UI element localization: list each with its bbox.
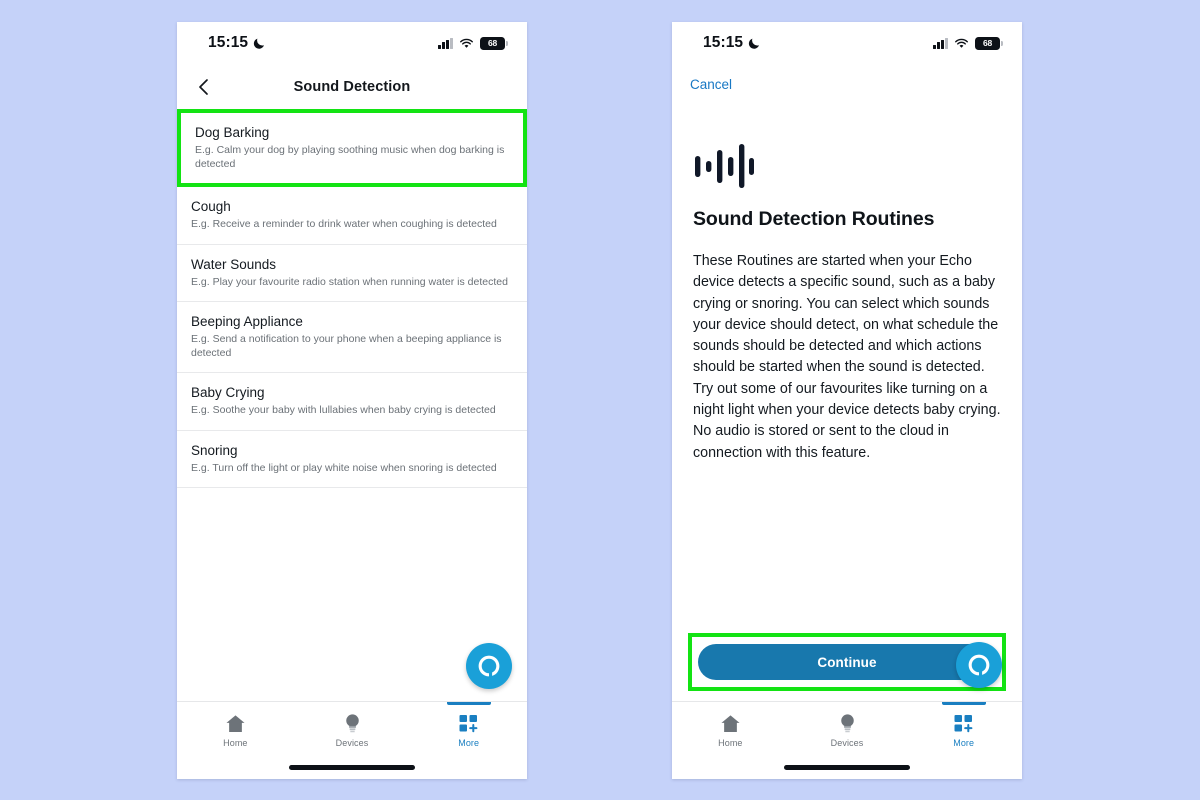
list-item-cough[interactable]: Cough E.g. Receive a reminder to drink w…: [177, 187, 527, 245]
tab-devices[interactable]: Devices: [789, 702, 906, 748]
tab-more[interactable]: More: [905, 702, 1022, 748]
sound-detection-list: Dog Barking E.g. Calm your dog by playin…: [177, 109, 527, 488]
status-bar-right: 68: [933, 36, 1004, 50]
alexa-fab-button[interactable]: [956, 642, 1002, 688]
active-tab-indicator: [446, 702, 491, 705]
list-item-beeping-appliance[interactable]: Beeping Appliance E.g. Send a notificati…: [177, 302, 527, 373]
modal-title: Sound Detection Routines: [693, 208, 935, 230]
tab-label: Home: [718, 738, 743, 748]
more-grid-plus-icon: [954, 713, 974, 733]
alexa-logo-icon: [478, 655, 500, 677]
list-item-title: Dog Barking: [195, 125, 270, 140]
list-item-title: Beeping Appliance: [191, 314, 303, 329]
wifi-icon: [460, 38, 473, 48]
page-title: Sound Detection: [293, 78, 411, 95]
bottom-tab-bar: Home Devices More: [177, 701, 527, 779]
battery-icon: 68: [480, 36, 509, 50]
list-item-title: Snoring: [191, 442, 238, 458]
tab-label: More: [458, 738, 480, 748]
tab-label: Devices: [830, 738, 864, 748]
left-phone-screen: 15:15 68 Sound Detection Dog Barking E.g…: [177, 22, 527, 779]
wifi-icon: [955, 38, 968, 48]
alexa-logo-icon: [968, 654, 990, 676]
cellular-signal-icon: [438, 37, 453, 49]
status-bar: 15:15 68: [672, 22, 1022, 64]
list-item-description: E.g. Play your favourite radio station w…: [191, 275, 508, 288]
list-item-dog-barking[interactable]: Dog Barking E.g. Calm your dog by playin…: [181, 113, 523, 183]
crescent-moon-icon: [749, 38, 760, 49]
more-grid-plus-icon: [459, 713, 479, 733]
screenshot-stage: 15:15 68 Sound Detection Dog Barking E.g…: [0, 0, 1200, 800]
status-bar-right: 68: [438, 36, 509, 50]
crescent-moon-icon: [254, 38, 265, 49]
status-bar-left: 15:15: [703, 34, 761, 52]
home-icon: [720, 713, 741, 733]
continue-button[interactable]: Continue: [698, 644, 996, 680]
nav-header: Sound Detection: [177, 64, 527, 109]
list-item-title: Cough: [191, 199, 231, 214]
active-tab-indicator: [941, 702, 986, 705]
list-item-description: E.g. Receive a reminder to drink water w…: [191, 218, 497, 230]
highlight-box-dog-barking: Dog Barking E.g. Calm your dog by playin…: [177, 109, 527, 187]
battery-level: 68: [982, 38, 993, 48]
cancel-button[interactable]: Cancel: [690, 77, 732, 92]
sound-waveform-icon: [695, 144, 754, 188]
list-item-description: E.g. Calm your dog by playing soothing m…: [195, 144, 505, 170]
tab-home[interactable]: Home: [177, 702, 294, 748]
modal-body: Sound Detection Routines These Routines …: [672, 94, 1022, 464]
list-item-description: E.g. Send a notification to your phone w…: [191, 333, 502, 359]
home-icon: [225, 713, 246, 733]
status-bar-left: 15:15: [208, 34, 266, 52]
modal-top-bar: Cancel: [672, 64, 1022, 94]
tab-label: Devices: [335, 738, 369, 748]
list-item-baby-crying[interactable]: Baby Crying E.g. Soothe your baby with l…: [177, 373, 527, 431]
battery-icon: 68: [975, 36, 1004, 50]
right-phone-screen: 15:15 68 Cancel Sound Detection Routines…: [672, 22, 1022, 779]
list-item-water-sounds[interactable]: Water Sounds E.g. Play your favourite ra…: [177, 245, 527, 302]
status-time: 15:15: [208, 34, 249, 51]
tab-home[interactable]: Home: [672, 702, 789, 748]
tab-devices[interactable]: Devices: [294, 702, 411, 748]
tab-label: More: [953, 738, 975, 748]
cellular-signal-icon: [933, 37, 948, 49]
status-bar: 15:15 68: [177, 22, 527, 64]
list-item-description: E.g. Turn off the light or play white no…: [191, 461, 497, 474]
lightbulb-icon: [839, 713, 856, 733]
list-item-title: Baby Crying: [191, 385, 265, 400]
tab-more[interactable]: More: [410, 702, 527, 748]
list-item-title: Water Sounds: [191, 256, 277, 272]
modal-paragraph: These Routines are started when your Ech…: [693, 253, 1001, 461]
lightbulb-icon: [344, 713, 361, 733]
alexa-fab-button[interactable]: [466, 643, 512, 689]
battery-level: 68: [487, 38, 498, 48]
home-indicator: [289, 765, 415, 770]
status-time: 15:15: [703, 34, 744, 51]
list-item-description: E.g. Soothe your baby with lullabies whe…: [191, 404, 496, 416]
list-item-snoring[interactable]: Snoring E.g. Turn off the light or play …: [177, 431, 527, 488]
bottom-tab-bar: Home Devices More: [672, 701, 1022, 779]
tab-label: Home: [223, 738, 248, 748]
home-indicator: [784, 765, 910, 770]
